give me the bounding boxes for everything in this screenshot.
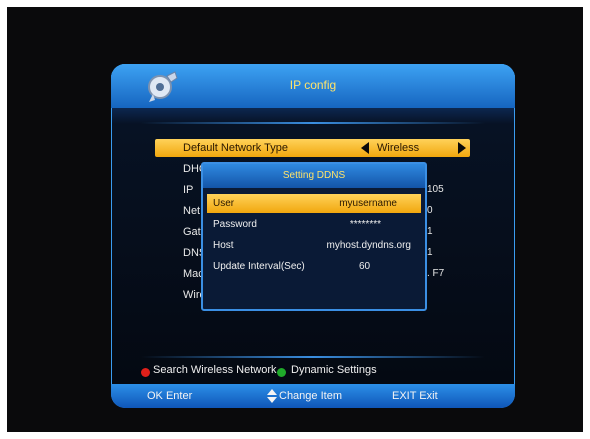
setting-ddns-dialog: Setting DDNS User myusername Password **… xyxy=(201,162,427,311)
user-label: User xyxy=(213,198,235,209)
mac-value: . F7 xyxy=(427,268,445,279)
title-bar: IP config xyxy=(111,64,515,108)
dns-value: 1 xyxy=(427,247,433,258)
divider xyxy=(141,356,485,358)
dialog-title: Setting DDNS xyxy=(203,164,425,188)
ip-config-panel: IP config Default Network Type Wireless … xyxy=(111,64,515,408)
ok-enter-hint: OK Enter xyxy=(147,390,193,402)
host-value: myhost.dyndns.org xyxy=(326,240,412,251)
ddns-update-interval-row[interactable]: Update Interval(Sec) 60 xyxy=(207,257,421,276)
divider xyxy=(141,122,485,124)
gateway-value: 1 xyxy=(427,226,433,237)
bottom-key-bar: OK Enter Change Item EXIT Exit xyxy=(111,384,515,408)
up-down-arrow-icon xyxy=(267,389,277,403)
arrow-left-icon[interactable] xyxy=(361,142,369,154)
network-type-value: Wireless xyxy=(377,142,420,154)
page-title: IP config xyxy=(289,78,337,92)
default-network-type-row[interactable]: Default Network Type Wireless xyxy=(155,139,470,157)
arrow-right-icon[interactable] xyxy=(458,142,466,154)
ddns-password-row[interactable]: Password ******** xyxy=(207,215,421,234)
update-interval-label: Update Interval(Sec) xyxy=(213,261,305,272)
ip-row-label[interactable]: IP xyxy=(183,184,193,196)
ddns-user-row[interactable]: User myusername xyxy=(207,194,421,213)
red-button-icon xyxy=(141,368,150,377)
gateway-row-label[interactable]: Gat xyxy=(183,226,201,238)
host-label: Host xyxy=(213,240,234,251)
password-label: Password xyxy=(213,219,257,230)
search-wireless-network-hint: Search Wireless Network xyxy=(153,364,277,376)
netmask-row-label[interactable]: Net xyxy=(183,205,200,217)
exit-hint: EXIT Exit xyxy=(392,390,438,402)
change-item-hint: Change Item xyxy=(279,390,342,402)
network-type-label: Default Network Type xyxy=(183,142,288,154)
green-button-icon xyxy=(277,368,286,377)
netmask-value: 0 xyxy=(427,205,433,216)
update-interval-value: 60 xyxy=(359,261,371,272)
ddns-host-row[interactable]: Host myhost.dyndns.org xyxy=(207,236,421,255)
user-value: myusername xyxy=(339,198,397,209)
tv-screen: IP config Default Network Type Wireless … xyxy=(7,7,583,432)
dynamic-settings-hint: Dynamic Settings xyxy=(291,364,377,376)
password-value: ******** xyxy=(349,219,381,230)
ip-value: 105 xyxy=(427,184,444,195)
